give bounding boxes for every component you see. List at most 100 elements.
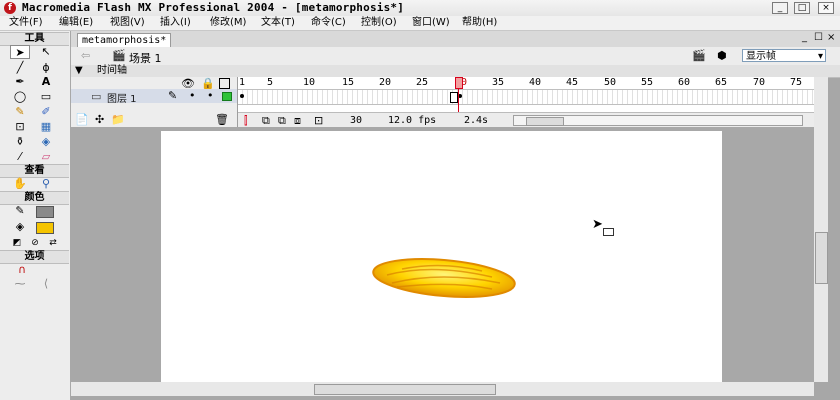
view-section-label: 查看 — [0, 164, 69, 178]
brush-tool-icon[interactable]: ✐ — [36, 105, 56, 119]
chevron-down-icon: ▾ — [817, 51, 823, 62]
close-button[interactable]: × — [818, 2, 834, 14]
menu-control[interactable]: 控制(O) — [361, 16, 397, 30]
ruler-tick: 25 — [416, 77, 429, 88]
add-layer-icon[interactable]: 📄 — [75, 113, 89, 126]
rectangle-tool-icon[interactable]: ▭ — [36, 90, 56, 104]
center-frame-icon[interactable]: ⫿ — [244, 114, 248, 128]
layer-name[interactable]: 图层 1 — [107, 90, 137, 105]
layer-row[interactable]: ▭ 图层 1 ✎ • • — [71, 89, 237, 105]
timeline-vscrollbar[interactable] — [814, 77, 828, 127]
menu-edit[interactable]: 编辑(E) — [59, 16, 93, 30]
mouse-cursor-icon: ➤ — [592, 217, 603, 232]
stage-hscroll-thumb[interactable] — [314, 384, 496, 395]
cursor-box-icon — [603, 228, 614, 236]
subselect-tool-icon[interactable]: ↖ — [36, 45, 56, 59]
stage-hscrollbar[interactable] — [71, 382, 814, 396]
menu-insert[interactable]: 插入(I) — [160, 16, 191, 30]
menu-modify[interactable]: 修改(M) — [210, 16, 246, 30]
collapse-arrow-icon: ▼ — [75, 65, 83, 76]
layer-icon: ▭ — [91, 90, 102, 103]
visible-dot-icon[interactable]: • — [189, 89, 196, 102]
maximize-button[interactable]: □ — [794, 2, 810, 14]
menu-view[interactable]: 视图(V) — [110, 16, 145, 30]
frame-rate-readout[interactable]: 12.0 fps — [388, 115, 436, 126]
line-tool-icon[interactable]: ╱ — [10, 61, 30, 75]
eyedropper-tool-icon[interactable]: ⁄ — [10, 150, 30, 164]
doc-close-button[interactable]: × — [827, 32, 835, 43]
add-folder-icon[interactable]: 📁 — [111, 113, 125, 126]
menu-window[interactable]: 窗口(W) — [412, 16, 450, 30]
timeline-hscrollbar[interactable] — [513, 115, 803, 126]
pencil-icon: ✎ — [168, 89, 178, 102]
scene-label: 场景 1 — [129, 52, 162, 65]
edit-multiple-frames-icon[interactable]: ⧈ — [294, 114, 301, 128]
stage-vscrollbar[interactable] — [814, 127, 828, 382]
view-dropdown[interactable]: 显示帧 ▾ — [742, 49, 826, 62]
fill-color-swatch[interactable] — [36, 222, 54, 234]
document-tab[interactable]: metamorphosis* — [77, 33, 172, 47]
egg-shape[interactable] — [372, 257, 516, 299]
fill-color-icon[interactable]: ◈ — [10, 220, 30, 234]
menu-commands[interactable]: 命令(C) — [311, 16, 346, 30]
keyframe-start[interactable] — [240, 94, 244, 98]
lasso-tool-icon[interactable]: ϕ — [36, 61, 56, 75]
ruler-tick: 20 — [379, 77, 392, 88]
current-frame-readout: 30 — [350, 115, 363, 126]
onion-skin-icon[interactable]: ⧉ — [262, 114, 270, 128]
text-tool-icon[interactable]: A — [36, 75, 56, 89]
onion-markers-icon[interactable]: ⊡ — [314, 114, 323, 127]
pencil-tool-icon[interactable]: ✎ — [10, 105, 30, 119]
timeline-hscroll-thumb[interactable] — [526, 117, 564, 126]
arrow-tool-icon[interactable]: ➤ — [10, 45, 30, 59]
elapsed-time-readout: 2.4s — [464, 115, 489, 126]
ruler-tick: 35 — [492, 77, 505, 88]
end-frame-marker[interactable] — [450, 92, 458, 103]
flash-app-icon[interactable]: f — [4, 2, 16, 14]
doc-minimize-button[interactable]: _ — [802, 32, 807, 43]
ruler-tick: 65 — [715, 77, 728, 88]
options-section-label: 选项 — [0, 250, 69, 264]
onion-outline-icon[interactable]: ⧉ — [278, 114, 286, 128]
ruler-tick: 40 — [529, 77, 542, 88]
add-guide-layer-icon[interactable]: ✣ — [95, 113, 104, 126]
delete-layer-icon[interactable]: 🗑 — [215, 113, 229, 126]
paint-bucket-tool-icon[interactable]: ◈ — [36, 135, 56, 149]
playhead[interactable] — [455, 77, 463, 89]
stage-vscroll-thumb[interactable] — [815, 232, 828, 284]
menu-file[interactable]: 文件(F) — [9, 16, 43, 30]
fill-transform-tool-icon[interactable]: ▦ — [36, 120, 56, 134]
document-tab-strip: metamorphosis* _ ☐ × — [71, 31, 840, 48]
straighten-option-icon[interactable]: ⟨ — [36, 277, 56, 291]
layer-frames-row[interactable] — [238, 89, 814, 105]
black-white-icon[interactable]: ◩ — [7, 236, 27, 250]
snap-magnet-icon[interactable]: ∩ — [12, 263, 32, 277]
outline-icon[interactable] — [219, 78, 230, 89]
free-transform-tool-icon[interactable]: ⊡ — [10, 120, 30, 134]
menu-help[interactable]: 帮助(H) — [462, 16, 497, 30]
lock-dot-icon[interactable]: • — [207, 89, 214, 102]
edit-scene-icon[interactable]: 🎬 — [692, 49, 706, 62]
back-arrow-icon[interactable]: ⇦ — [81, 49, 90, 62]
pen-tool-icon[interactable]: ✒ — [10, 75, 30, 89]
eraser-tool-icon[interactable]: ▱ — [36, 150, 56, 164]
edit-bar: ⇦ 🎬 场景 1 🎬 ⬢ 显示帧 ▾ — [71, 47, 840, 66]
menu-text[interactable]: 文本(T) — [261, 16, 295, 30]
doc-restore-button[interactable]: ☐ — [814, 32, 823, 43]
no-color-icon[interactable]: ⊘ — [25, 236, 45, 250]
ink-bottle-tool-icon[interactable]: ⚱ — [10, 135, 30, 149]
minimize-button[interactable]: _ — [772, 2, 788, 14]
hand-tool-icon[interactable]: ✋ — [10, 177, 30, 191]
edit-symbols-icon[interactable]: ⬢ — [717, 49, 727, 62]
ruler-tick: 75 — [790, 77, 803, 88]
oval-tool-icon[interactable]: ◯ — [10, 90, 30, 104]
ruler-tick: 55 — [641, 77, 654, 88]
ruler-tick: 70 — [753, 77, 766, 88]
tools-section-label: 工具 — [0, 32, 69, 46]
stroke-color-icon[interactable]: ✎ — [10, 204, 30, 218]
zoom-tool-icon[interactable]: ⚲ — [36, 177, 56, 191]
smooth-option-icon[interactable]: ⁓ — [10, 277, 30, 291]
swap-colors-icon[interactable]: ⇄ — [43, 236, 63, 250]
stroke-color-swatch[interactable] — [36, 206, 54, 218]
layer-color-swatch[interactable] — [222, 92, 232, 101]
